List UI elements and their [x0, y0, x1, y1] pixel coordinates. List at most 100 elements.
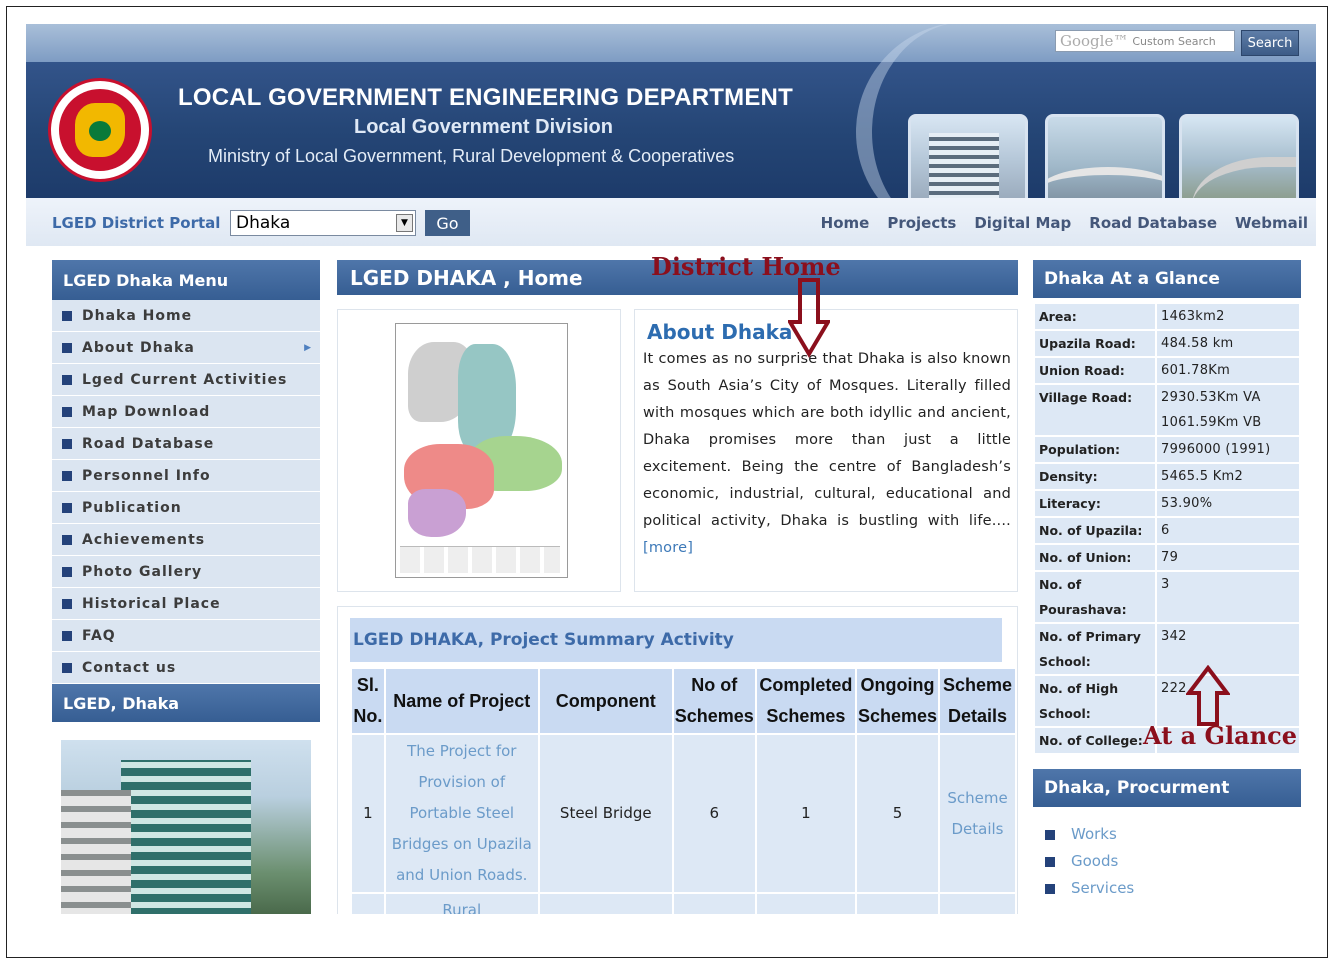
more-link[interactable]: [more]	[643, 540, 693, 556]
nav-webmail[interactable]: Webmail	[1235, 214, 1308, 232]
bullet-icon	[62, 374, 72, 385]
header-completed-schemes: Completed Schemes	[754, 667, 857, 735]
bullet-icon	[62, 470, 72, 481]
bullet-icon	[62, 534, 72, 545]
procurement-item-services[interactable]: Services	[1045, 875, 1301, 902]
lged-office-box: LGED, Dhaka	[52, 684, 320, 914]
menu-item-label: Map Download	[82, 403, 211, 420]
menu-item-achievements[interactable]: Achievements	[52, 524, 320, 556]
glance-table: Area: 1463km2 Upazila Road: 484.58 km Unio…	[1033, 302, 1301, 755]
site-ministry: Ministry of Local Government, Rural Deve…	[208, 146, 735, 166]
cell-project-name-link[interactable]: Rural	[383, 892, 540, 914]
site-title: LOCAL GOVERNMENT ENGINEERING DEPARTMENT	[178, 84, 793, 111]
table-header-row: Sl. No. Name of Project Component No of …	[350, 667, 1017, 735]
bullet-icon	[62, 662, 72, 673]
nav-home[interactable]: Home	[821, 214, 870, 232]
menu-item-label: Lged Current Activities	[82, 371, 288, 388]
menu-item-label: Historical Place	[82, 595, 221, 612]
menu-item-current-activities[interactable]: Lged Current Activities	[52, 364, 320, 396]
header-no-of-schemes: No of Schemes	[671, 667, 757, 735]
menu-item-historical-place[interactable]: Historical Place	[52, 588, 320, 620]
glance-row: No. of Union: 79	[1033, 543, 1301, 572]
glance-key: No. of College:	[1033, 726, 1157, 755]
bullet-icon	[62, 406, 72, 417]
portal-label: LGED District Portal	[52, 214, 221, 232]
glance-value: 2930.53Km VA 1061.59Km VB	[1155, 383, 1301, 437]
nav-digital-map[interactable]: Digital Map	[974, 214, 1071, 232]
annotation-up-arrow-icon	[1186, 665, 1230, 726]
cell-ongoing: 5	[854, 733, 941, 894]
cell-sl-no	[350, 892, 386, 914]
district-select[interactable]: Dhaka ▼	[230, 210, 416, 236]
website: Google™ Custom Search Search LOCAL GOVERN…	[26, 24, 1316, 914]
search-area: Google™ Custom Search Search	[1055, 30, 1299, 56]
dropdown-arrow-icon[interactable]: ▼	[396, 214, 413, 232]
menu-item-label: Photo Gallery	[82, 563, 203, 580]
government-seal-logo	[48, 78, 152, 182]
procurement-item-goods[interactable]: Goods	[1045, 848, 1301, 875]
glance-title: Dhaka At a Glance	[1033, 260, 1301, 298]
annotation-at-a-glance: At a Glance	[1143, 721, 1298, 750]
nav-bar: LGED District Portal Dhaka ▼ Go Home Pro…	[26, 198, 1316, 246]
lged-box-title: LGED, Dhaka	[52, 684, 320, 722]
menu-item-contact-us[interactable]: Contact us	[52, 652, 320, 684]
menu-item-personnel-info[interactable]: Personnel Info	[52, 460, 320, 492]
district-map-image[interactable]	[395, 323, 568, 578]
bullet-icon	[1045, 883, 1055, 894]
cell-scheme-details-link[interactable]: Scheme Details	[938, 733, 1017, 894]
glance-value: 484.58 km	[1155, 329, 1301, 358]
left-menu-title: LGED Dhaka Menu	[52, 260, 320, 300]
search-input[interactable]: Google™ Custom Search	[1055, 30, 1235, 52]
glance-value: 5465.5 Km2	[1155, 462, 1301, 491]
glance-row: No. of Pourashava: 3	[1033, 570, 1301, 624]
glance-key: No. of Union:	[1033, 543, 1157, 572]
glance-key: No. of Pourashava:	[1033, 570, 1157, 624]
glance-row: Area: 1463km2	[1033, 302, 1301, 331]
glance-value: 1463km2	[1155, 302, 1301, 331]
glance-key: Union Road:	[1033, 356, 1157, 385]
menu-item-faq[interactable]: FAQ	[52, 620, 320, 652]
cell-project-name-link[interactable]: The Project for Provision of Portable St…	[383, 733, 540, 894]
menu-item-label: Achievements	[82, 531, 206, 548]
glance-key: Village Road:	[1033, 383, 1157, 437]
cell-completed	[754, 892, 857, 914]
map-region	[408, 489, 466, 537]
glance-value: 7996000 (1991)	[1155, 435, 1301, 464]
annotation-district-home: District Home	[651, 252, 841, 281]
top-bar: Google™ Custom Search Search	[26, 24, 1316, 62]
glance-key: Density:	[1033, 462, 1157, 491]
bullet-icon	[62, 566, 72, 577]
menu-item-road-database[interactable]: Road Database	[52, 428, 320, 460]
project-table: Sl. No. Name of Project Component No of …	[350, 667, 1017, 914]
glance-value: 79	[1155, 543, 1301, 572]
menu-item-dhaka-home[interactable]: Dhaka Home	[52, 300, 320, 332]
glance-row: Density: 5465.5 Km2	[1033, 462, 1301, 491]
procurement-title: Dhaka, Procurment	[1033, 769, 1301, 807]
glance-value: 3	[1155, 570, 1301, 624]
procurement-item-works[interactable]: Works	[1045, 821, 1301, 848]
glance-key: Upazila Road:	[1033, 329, 1157, 358]
office-building-photo	[61, 740, 311, 914]
header-scheme-details: Scheme Details	[938, 667, 1017, 735]
cell-completed: 1	[754, 733, 857, 894]
search-button[interactable]: Search	[1241, 30, 1299, 56]
go-button[interactable]: Go	[425, 210, 470, 236]
menu-item-label: About Dhaka	[82, 339, 195, 356]
menu-item-publication[interactable]: Publication	[52, 492, 320, 524]
glance-key: No. of High School:	[1033, 674, 1157, 728]
header-ongoing-schemes: Ongoing Schemes	[854, 667, 941, 735]
procurement-label: Works	[1071, 825, 1117, 843]
bullet-icon	[1045, 856, 1055, 867]
project-summary-title: LGED DHAKA, Project Summary Activity	[350, 618, 1002, 662]
header-name-of-project: Name of Project	[383, 667, 540, 735]
menu-item-map-download[interactable]: Map Download	[52, 396, 320, 428]
menu-item-about-dhaka[interactable]: About Dhaka ▶	[52, 332, 320, 364]
glance-key: No. of Primary School:	[1033, 622, 1157, 676]
glance-row: Village Road: 2930.53Km VA 1061.59Km VB	[1033, 383, 1301, 437]
menu-item-photo-gallery[interactable]: Photo Gallery	[52, 556, 320, 588]
nav-road-database[interactable]: Road Database	[1089, 214, 1217, 232]
bullet-icon	[62, 310, 72, 321]
header-component: Component	[537, 667, 674, 735]
bullet-icon	[62, 342, 72, 353]
nav-projects[interactable]: Projects	[887, 214, 956, 232]
